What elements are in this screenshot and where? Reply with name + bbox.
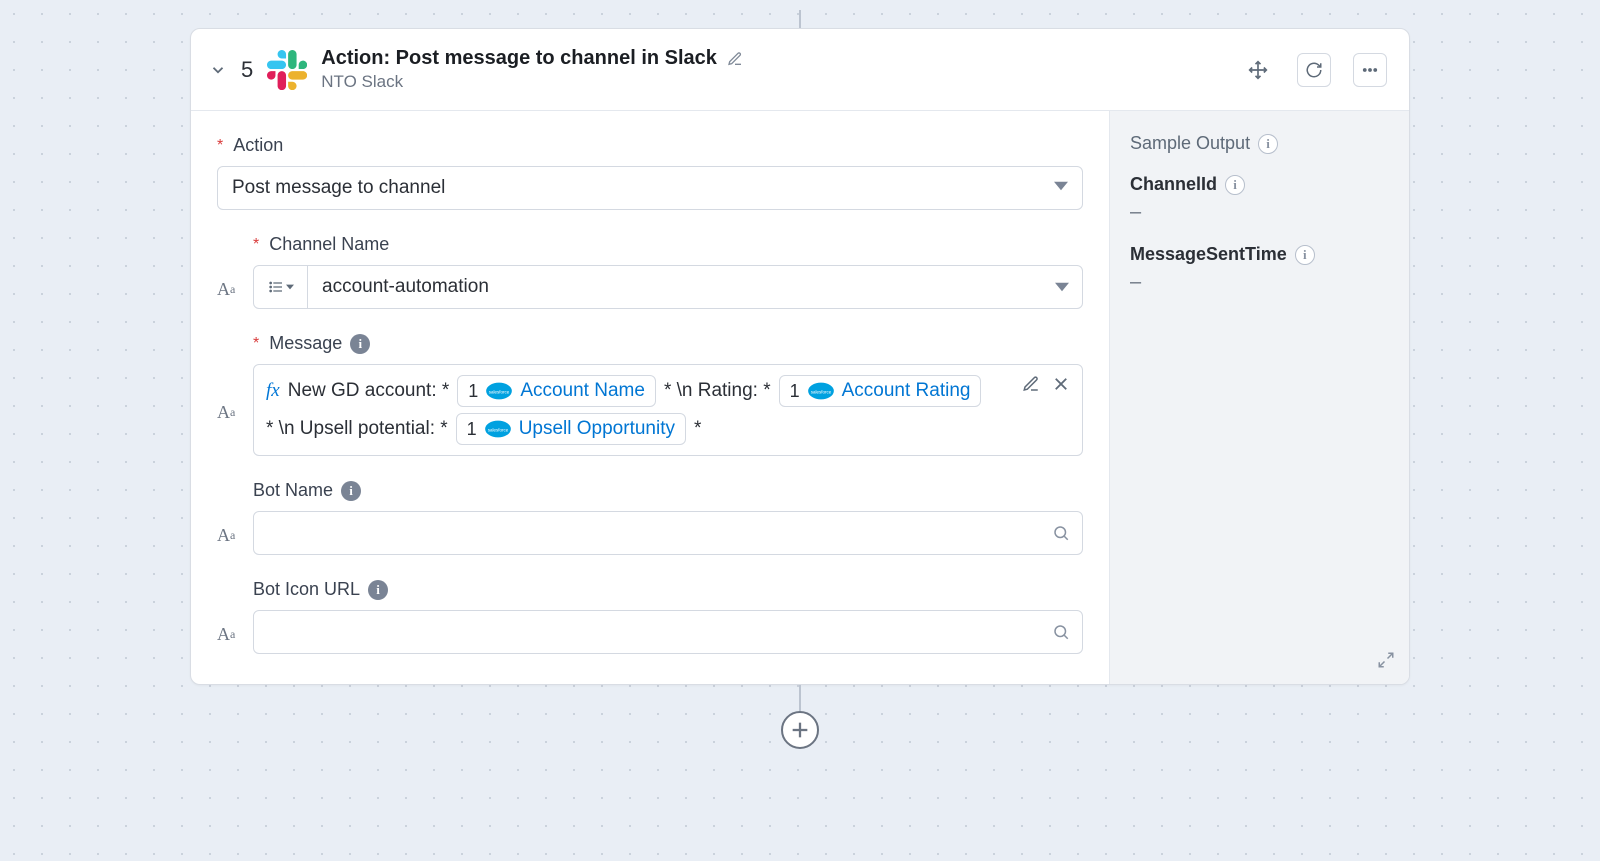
sample-output-heading: Sample Output [1130,133,1250,154]
refresh-button[interactable] [1297,53,1331,87]
action-select[interactable]: Post message to channel [217,166,1083,210]
pill-account-name[interactable]: 1 salesforce Account Name [457,375,656,407]
required-asterisk: * [253,236,259,254]
info-icon[interactable]: i [1258,134,1278,154]
info-icon[interactable]: i [350,334,370,354]
svg-text:salesforce: salesforce [487,428,508,433]
text-type-icon: Aa [217,364,253,456]
text-type-icon: Aa [217,511,253,555]
channel-value: account-automation [308,266,1042,308]
salesforce-icon: salesforce [485,420,511,438]
info-icon[interactable]: i [368,580,388,600]
info-icon[interactable]: i [341,481,361,501]
move-step-button[interactable] [1241,53,1275,87]
required-asterisk: * [217,137,223,155]
info-icon[interactable]: i [1225,175,1245,195]
action-select-value: Post message to channel [232,177,445,199]
botname-label: Bot Name [253,480,333,501]
collapse-toggle[interactable] [209,61,227,79]
channel-select[interactable]: account-automation [253,265,1083,309]
svg-text:salesforce: salesforce [489,390,510,395]
clear-message-icon[interactable] [1052,375,1070,393]
salesforce-icon: salesforce [808,382,834,400]
message-text: * [694,418,701,440]
output-key-messagesenttime: MessageSentTime [1130,244,1287,265]
channel-label: Channel Name [269,234,389,255]
botname-input[interactable] [253,511,1083,555]
slack-icon [267,50,307,90]
boticon-label: Bot Icon URL [253,579,360,600]
channel-options-button[interactable] [254,266,308,308]
search-icon [1052,524,1070,542]
required-asterisk: * [253,335,259,353]
message-formula-input[interactable]: fx New GD account: * 1 salesforce Accoun… [253,364,1083,456]
boticon-input[interactable] [253,610,1083,654]
message-text: * \n Upsell potential: * [266,418,448,440]
step-number: 5 [241,57,253,83]
output-key-channelid: ChannelId [1130,174,1217,195]
pill-account-rating[interactable]: 1 salesforce Account Rating [779,375,982,407]
pill-upsell-opportunity[interactable]: 1 salesforce Upsell Opportunity [456,413,686,445]
chevron-down-icon[interactable] [1042,266,1082,308]
step-subtitle: NTO Slack [321,72,743,92]
action-label: Action [233,135,283,156]
edit-message-icon[interactable] [1022,375,1040,393]
info-icon[interactable]: i [1295,245,1315,265]
step-card: 5 Action: Post message to channel in Sla… [190,28,1410,685]
more-menu-button[interactable] [1353,53,1387,87]
message-text: * \n Rating: * [664,380,771,402]
sample-output-panel: Sample Output i ChannelId i – MessageSen… [1109,111,1409,684]
output-val-messagesenttime: – [1130,271,1389,294]
connector-top [799,10,801,28]
output-val-channelid: – [1130,201,1389,224]
message-text: New GD account: * [288,380,450,402]
salesforce-icon: salesforce [486,382,512,400]
chevron-down-icon [1054,177,1068,199]
text-type-icon: Aa [217,610,253,654]
step-title: Action: Post message to channel in Slack [321,47,717,70]
search-icon [1052,623,1070,641]
text-type-icon: Aa [217,265,253,309]
edit-title-icon[interactable] [727,51,743,67]
connector-bottom [799,685,801,711]
message-label: Message [269,333,342,354]
step-header: 5 Action: Post message to channel in Sla… [191,29,1409,111]
fx-icon: fx [266,380,280,402]
expand-panel-icon[interactable] [1377,651,1395,674]
add-step-button[interactable] [781,711,819,749]
svg-text:salesforce: salesforce [810,390,831,395]
